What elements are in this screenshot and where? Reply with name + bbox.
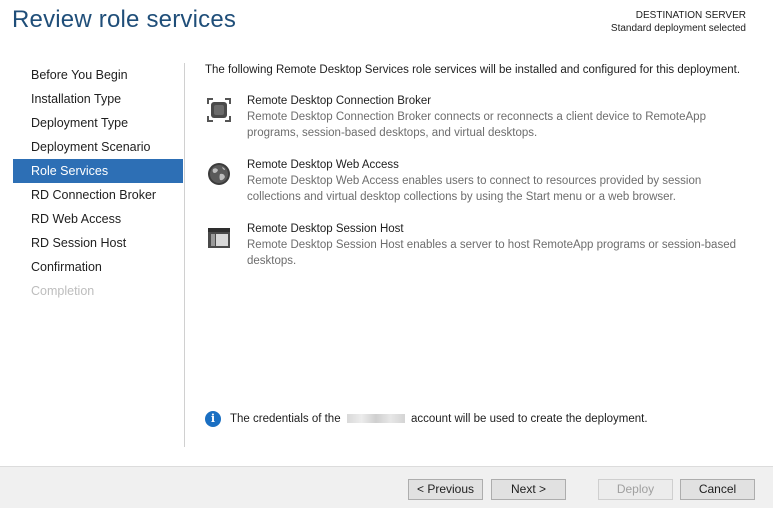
service-item-connection-broker: Remote Desktop Connection Broker Remote … [205,93,750,157]
service-description: Remote Desktop Connection Broker connect… [247,111,706,139]
nav-divider [184,63,185,447]
service-name: Remote Desktop Session Host [247,223,404,235]
wizard-nav: Before You Begin Installation Type Deplo… [13,63,183,303]
deploy-button: Deploy [598,479,673,500]
destination-server-info: DESTINATION SERVER Standard deployment s… [611,9,746,35]
service-name: Remote Desktop Connection Broker [247,95,432,107]
nav-item-rd-session-host[interactable]: RD Session Host [13,231,183,255]
nav-item-before-you-begin[interactable]: Before You Begin [13,63,183,87]
destination-server-label: DESTINATION SERVER [635,10,746,21]
service-item-session-host: Remote Desktop Session Host Remote Deskt… [205,221,750,285]
cancel-button[interactable]: Cancel [680,479,755,500]
wizard-footer: < Previous Next > Deploy Cancel [0,466,773,508]
previous-button[interactable]: < Previous [408,479,483,500]
page-title: Review role services [12,6,237,33]
session-host-icon [205,224,233,252]
info-icon: i [205,410,221,427]
nav-item-rd-web-access[interactable]: RD Web Access [13,207,183,231]
service-name: Remote Desktop Web Access [247,159,399,171]
web-access-globe-icon [205,160,233,188]
service-description: Remote Desktop Web Access enables users … [247,175,702,203]
nav-item-role-services[interactable]: Role Services [13,159,183,183]
intro-text: The following Remote Desktop Services ro… [205,64,741,76]
nav-item-deployment-type[interactable]: Deployment Type [13,111,183,135]
nav-item-confirmation[interactable]: Confirmation [13,255,183,279]
nav-item-completion: Completion [31,284,95,298]
credentials-info: i The credentials of the account will be … [205,410,648,428]
nav-item-deployment-scenario[interactable]: Deployment Scenario [13,135,183,159]
next-button[interactable]: Next > [491,479,566,500]
service-description: Remote Desktop Session Host enables a se… [247,239,736,267]
service-item-web-access: Remote Desktop Web Access Remote Desktop… [205,157,750,221]
info-text-suffix: account will be used to create the deplo… [411,413,648,425]
destination-server-value: Standard deployment selected [610,23,746,34]
connection-broker-icon [205,96,233,124]
redacted-account-name [346,414,405,424]
main-content: The following Remote Desktop Services ro… [205,63,750,285]
nav-item-installation-type[interactable]: Installation Type [13,87,183,111]
nav-item-rd-connection-broker[interactable]: RD Connection Broker [13,183,183,207]
info-text-prefix: The credentials of the [230,413,341,425]
